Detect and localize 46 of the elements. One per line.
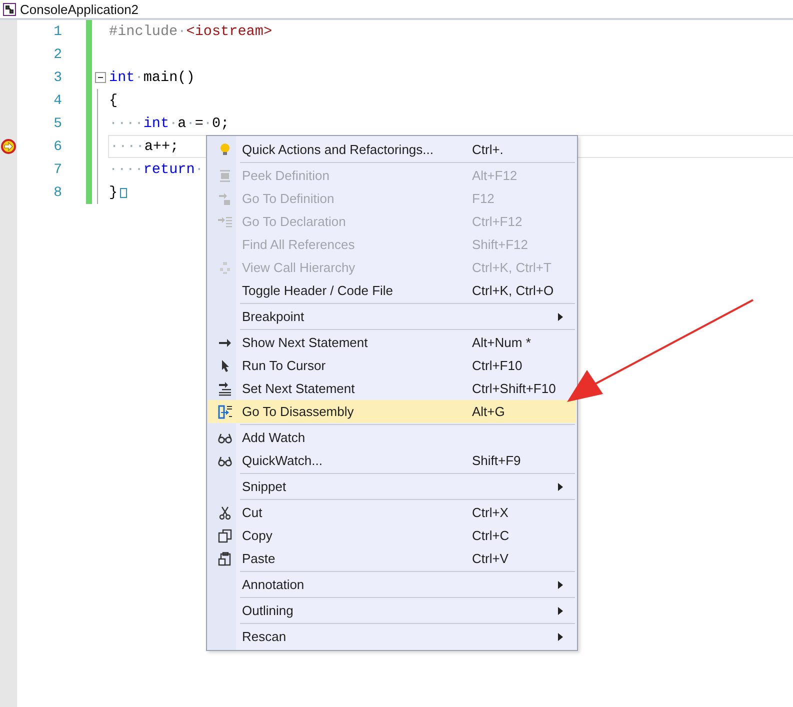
- menu-item[interactable]: Paste Ctrl+V: [208, 547, 576, 570]
- menu-item[interactable]: Show Next Statement Alt+Num *: [208, 331, 576, 354]
- line-number: 7: [52, 162, 62, 178]
- document-title: ConsoleApplication2: [20, 2, 139, 16]
- brace-match-icon: [120, 188, 127, 198]
- menu-item[interactable]: Copy Ctrl+C: [208, 524, 576, 547]
- paste-icon: [218, 552, 232, 566]
- line-number: 3: [52, 70, 62, 86]
- project-icon: [3, 2, 16, 16]
- line-number: 8: [52, 184, 62, 200]
- hierarchy-icon: [218, 260, 232, 274]
- cut-icon: [218, 506, 232, 520]
- code-line: {: [109, 92, 118, 108]
- code-line: #include·<iostream>: [109, 24, 272, 40]
- code-line: ····a++;: [110, 138, 179, 154]
- lightbulb-icon: [218, 142, 232, 156]
- menu-item[interactable]: Run To Cursor Ctrl+F10: [208, 354, 576, 377]
- menu-item[interactable]: Set Next Statement Ctrl+Shift+F10: [208, 377, 576, 400]
- menu-item[interactable]: Snippet: [208, 475, 576, 498]
- arrow-list-icon: [218, 214, 232, 228]
- collapse-icon[interactable]: [94, 72, 106, 83]
- menu-item[interactable]: Go To Disassembly Alt+G: [208, 400, 576, 423]
- line-number: 6: [52, 138, 62, 154]
- menu-item[interactable]: Breakpoint: [208, 305, 576, 328]
- line-number: 1: [52, 24, 62, 40]
- disassembly-icon: [218, 404, 232, 418]
- menu-item[interactable]: Add Watch: [208, 426, 576, 449]
- peek-icon: [218, 168, 232, 182]
- code-line: ····return·: [109, 162, 204, 178]
- menu-item[interactable]: Annotation: [208, 573, 576, 596]
- indent-arrow-icon: [218, 382, 232, 396]
- menu-item[interactable]: Rescan: [208, 625, 576, 648]
- line-number: 4: [52, 92, 62, 108]
- code-line: }: [109, 184, 118, 200]
- menu-item[interactable]: Quick Actions and Refactorings... Ctrl+.: [208, 138, 576, 161]
- line-number: 2: [52, 46, 62, 62]
- line-number: 5: [52, 116, 62, 132]
- menu-item[interactable]: Toggle Header / Code File Ctrl+K, Ctrl+O: [208, 279, 576, 302]
- document-tab[interactable]: ConsoleApplication2: [0, 0, 793, 20]
- copy-icon: [218, 528, 232, 542]
- arrow-into-box-icon: [218, 192, 232, 206]
- code-line: ····int·a·=·0;: [109, 116, 230, 132]
- menu-item[interactable]: Cut Ctrl+X: [208, 501, 576, 524]
- menu-item[interactable]: QuickWatch... Shift+F9: [208, 449, 576, 472]
- menu-item[interactable]: Outlining: [208, 599, 576, 622]
- code-line: int·main(): [109, 70, 195, 86]
